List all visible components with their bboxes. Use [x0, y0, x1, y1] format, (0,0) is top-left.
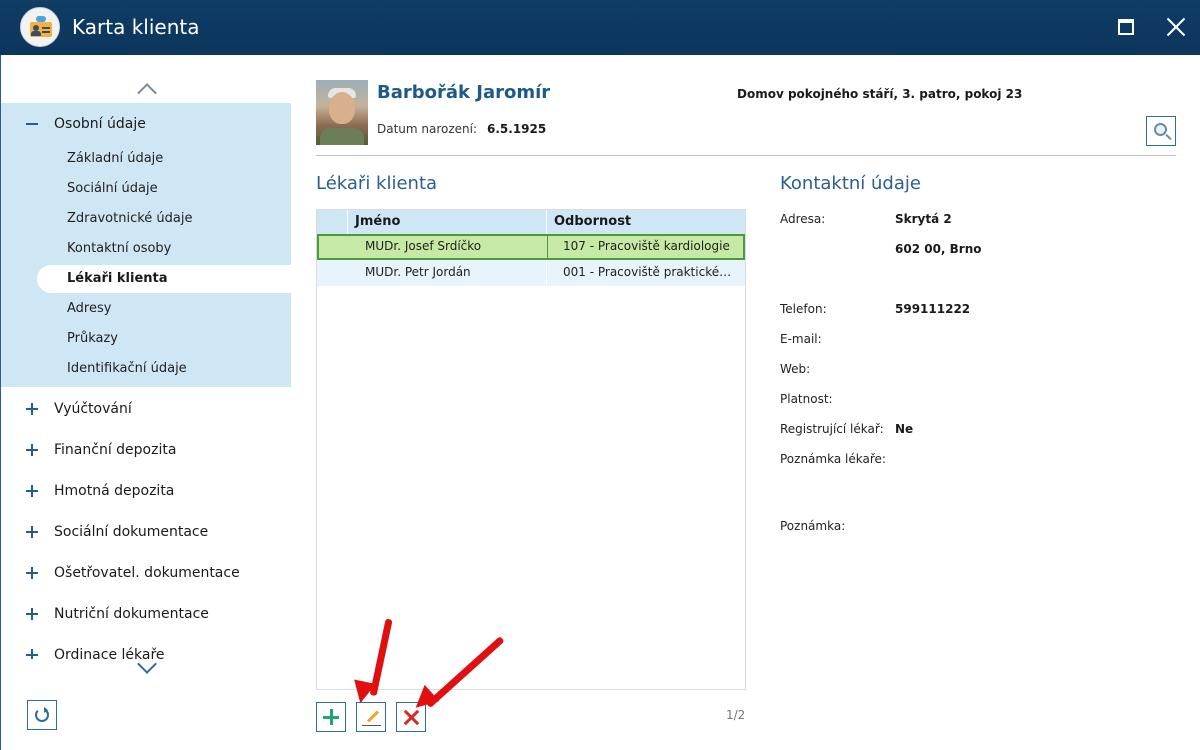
- plus-icon: [26, 485, 38, 497]
- window-title: Karta klienta: [72, 15, 200, 39]
- plus-icon: [26, 444, 38, 456]
- plus-icon: [26, 403, 38, 415]
- sidebar-group-label: Vyúčtování: [54, 401, 132, 417]
- sidebar-group-nutricni-dokumentace[interactable]: Nutriční dokumentace: [1, 594, 292, 635]
- column-header-name[interactable]: Jméno: [355, 214, 400, 229]
- plus-icon: [26, 649, 38, 659]
- phone-value: 599111222: [895, 302, 971, 316]
- sidebar-group-label: Finanční depozita: [54, 442, 177, 458]
- close-icon[interactable]: [1163, 15, 1187, 39]
- sidebar-group-osobni-udaje: Osobní údaje Základní údaje Sociální úda…: [1, 103, 292, 387]
- plus-icon: [26, 608, 38, 620]
- web-label: Web:: [780, 362, 811, 376]
- sidebar-item-lekari-klienta[interactable]: Lékaři klienta: [37, 265, 292, 293]
- sidebar-item-kontaktni-osoby[interactable]: Kontaktní osoby: [67, 241, 171, 256]
- chevron-down-icon[interactable]: [137, 654, 157, 675]
- sidebar-group-osetrovatel-dokumentace[interactable]: Ošetřovatel. dokumentace: [1, 553, 292, 594]
- sidebar-group-label: Sociální dokumentace: [54, 524, 209, 540]
- sidebar-group-label: Hmotná depozita: [54, 483, 175, 499]
- sidebar-item-prukazy[interactable]: Průkazy: [67, 331, 118, 346]
- app-icon: [20, 7, 60, 47]
- sidebar-group-vyuctovani[interactable]: Vyúčtování: [1, 389, 292, 430]
- validity-label: Platnost:: [780, 392, 833, 406]
- address-label: Adresa:: [780, 212, 826, 226]
- sidebar-item-socialni-udaje[interactable]: Sociální údaje: [67, 181, 158, 196]
- sidebar-item-identifikacni-udaje[interactable]: Identifikační údaje: [67, 361, 187, 376]
- sidebar-group-hmotna-depozita[interactable]: Hmotná depozita: [1, 471, 292, 512]
- edit-icon: [366, 710, 380, 723]
- registering-doctor-label: Registrující lékař:: [780, 422, 884, 436]
- sidebar-item-zakladni-udaje[interactable]: Základní údaje: [67, 151, 163, 166]
- pager: 1/2: [726, 708, 746, 722]
- birth-date-value: 6.5.1925: [487, 122, 547, 136]
- table-row[interactable]: MUDr. Josef Srdíčko 107 - Pracoviště kar…: [317, 234, 745, 260]
- cell-doctor-specialty: 107 - Pracoviště kardiologie: [563, 239, 730, 253]
- client-residence: Domov pokojného stáří, 3. patro, pokoj 2…: [737, 87, 1023, 101]
- search-button[interactable]: [1146, 116, 1176, 146]
- sidebar-group-financni-depozita[interactable]: Finanční depozita: [1, 430, 292, 471]
- address-line2: 602 00, Brno: [895, 242, 982, 256]
- doctors-table: Jméno Odbornost MUDr. Josef Srdíčko 107 …: [316, 209, 746, 690]
- client-name: Barbořák Jaromír: [377, 82, 551, 103]
- sidebar: Osobní údaje Základní údaje Sociální úda…: [0, 55, 292, 750]
- table-header: Jméno Odbornost: [317, 210, 745, 234]
- contact-section-title: Kontaktní údaje: [780, 173, 921, 194]
- sidebar-group-label[interactable]: Osobní údaje: [54, 116, 146, 132]
- cell-doctor-name: MUDr. Petr Jordán: [365, 265, 471, 279]
- birth-date-label: Datum narození:: [377, 122, 478, 136]
- email-label: E-mail:: [780, 332, 822, 346]
- note-label: Poznámka:: [780, 519, 846, 533]
- plus-icon: [26, 526, 38, 538]
- main-panel: Barbořák Jaromír Datum narození: 6.5.192…: [291, 55, 1200, 750]
- add-doctor-button[interactable]: [316, 702, 346, 732]
- doctor-note-label: Poznámka lékaře:: [780, 452, 886, 466]
- sidebar-group-label: Ošetřovatel. dokumentace: [54, 565, 240, 581]
- cell-doctor-specialty: 001 - Pracoviště praktické…: [563, 265, 732, 279]
- chevron-up-icon[interactable]: [137, 81, 157, 103]
- sidebar-item-label: Lékaři klienta: [67, 271, 168, 286]
- doctors-section-title: Lékaři klienta: [316, 173, 438, 194]
- sidebar-item-adresy[interactable]: Adresy: [67, 301, 111, 316]
- address-line1: Skrytá 2: [895, 212, 952, 226]
- cell-doctor-name: MUDr. Josef Srdíčko: [365, 239, 482, 253]
- minus-icon[interactable]: [26, 123, 38, 125]
- annotation-arrowhead-edit: [349, 679, 376, 706]
- sidebar-item-zdravotnicke-udaje[interactable]: Zdravotnické údaje: [67, 211, 192, 226]
- phone-label: Telefon:: [780, 302, 827, 316]
- column-header-specialty[interactable]: Odbornost: [554, 214, 631, 229]
- registering-doctor-value: Ne: [895, 422, 914, 436]
- sidebar-group-label: Nutriční dokumentace: [54, 606, 209, 622]
- edit-doctor-button[interactable]: [356, 702, 386, 732]
- maximize-icon[interactable]: [1114, 15, 1138, 39]
- plus-icon: [26, 567, 38, 579]
- header-divider: [316, 155, 1176, 156]
- table-row[interactable]: MUDr. Petr Jordán 001 - Pracoviště prakt…: [317, 260, 745, 286]
- sidebar-group-socialni-dokumentace[interactable]: Sociální dokumentace: [1, 512, 292, 553]
- refresh-button[interactable]: [27, 700, 57, 730]
- client-photo: [316, 80, 368, 145]
- title-bar: Karta klienta: [0, 0, 1200, 55]
